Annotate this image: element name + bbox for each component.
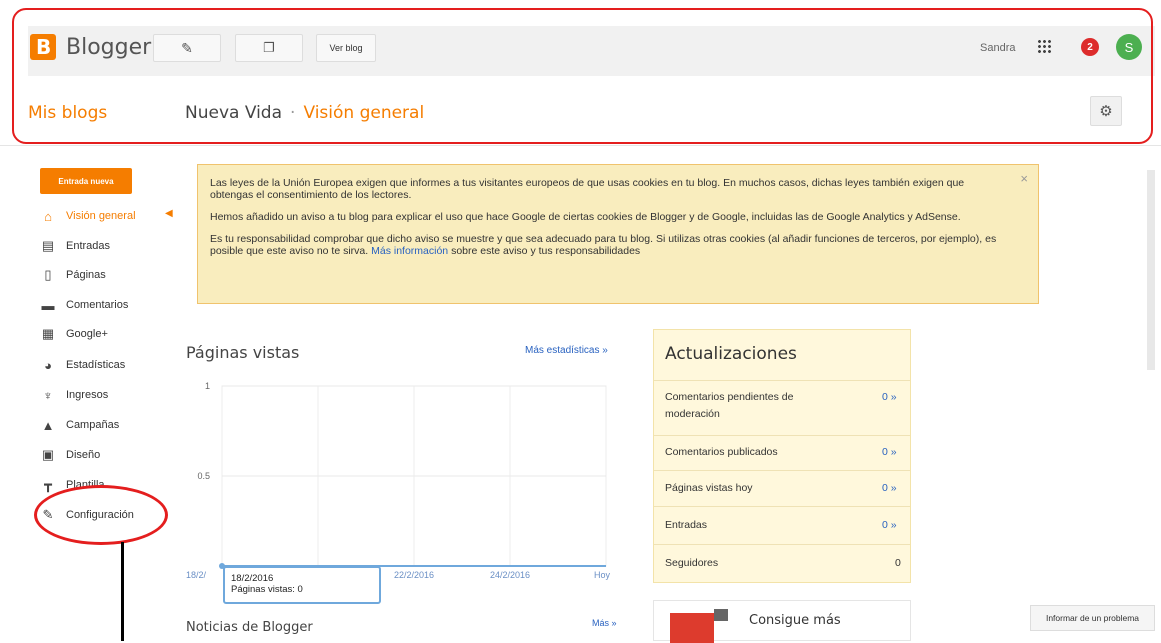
updates-row-label: Entradas: [665, 519, 708, 531]
updates-row-value[interactable]: 0 »: [882, 482, 897, 494]
updates-panel: Actualizaciones Comentarios pendientes d…: [653, 329, 911, 583]
page-views-chart: 1 0.5 18/2/22/2/2016 24/2/2016 Hoy: [186, 381, 611, 580]
layout-icon: ▣: [41, 447, 55, 462]
promo-badge-icon: [714, 609, 728, 621]
promo-card[interactable]: Consigue más: [653, 600, 911, 643]
home-icon: ⌂: [44, 208, 52, 224]
news-title: Noticias de Blogger: [186, 620, 313, 635]
chart-ytick-label: 1: [205, 381, 210, 391]
cookie-paragraph-3: Es tu responsabilidad comprobar que dich…: [210, 233, 997, 257]
scrollbar[interactable]: [1147, 170, 1155, 370]
header-highlight-annotation: [12, 8, 1153, 144]
updates-row-value[interactable]: 0 »: [882, 446, 897, 458]
stats-icon: ◕: [44, 357, 52, 373]
posts-icon: ▤: [41, 238, 55, 253]
annotation-pointer-line: [121, 542, 124, 641]
cookie-paragraph-2: Hemos añadido un aviso a tu blog para ex…: [210, 211, 961, 223]
chart-ytick-label: 0.5: [197, 471, 210, 481]
sidebar-item-overview[interactable]: ⌂ Visión general ◀: [40, 206, 173, 226]
updates-row-label: Páginas vistas hoy: [665, 482, 753, 494]
updates-row-label: Comentarios publicados: [665, 446, 778, 458]
sidebar-item-label: Diseño: [66, 449, 101, 461]
chart-tooltip: 18/2/2016 Páginas vistas: 0: [223, 566, 381, 604]
sidebar-item-google-plus[interactable]: ▦ Google+: [40, 324, 108, 344]
settings-highlight-annotation: [34, 485, 168, 545]
updates-row-value[interactable]: 0 »: [882, 519, 897, 531]
pages-icon: ▯: [44, 267, 52, 282]
page-views-title: Páginas vistas: [186, 343, 300, 362]
sidebar-item-comments[interactable]: ▬ Comentarios: [40, 295, 129, 315]
more-stats-link[interactable]: Más estadísticas »: [525, 345, 608, 356]
news-more-link[interactable]: Más »: [592, 618, 617, 628]
new-post-button[interactable]: Entrada nueva: [40, 168, 132, 194]
sidebar-item-stats[interactable]: ◕ Estadísticas: [40, 355, 125, 375]
google-plus-icon: ▦: [41, 326, 55, 341]
sidebar-item-label: Ingresos: [66, 389, 109, 401]
sidebar-item-pages[interactable]: ▯ Páginas: [40, 265, 106, 285]
sidebar-item-label: Google+: [66, 328, 108, 340]
chart-xtick-label: 24/2/2016: [490, 570, 530, 580]
sidebar-item-label: Páginas: [66, 269, 106, 281]
sidebar-item-posts[interactable]: ▤ Entradas: [40, 236, 110, 256]
tooltip-value: Páginas vistas: 0: [231, 584, 303, 595]
sidebar-item-campaigns[interactable]: ▲ Campañas: [40, 415, 120, 435]
report-problem-button[interactable]: Informar de un problema: [1030, 605, 1155, 631]
updates-row[interactable]: Comentarios pendientes de moderación 0 »: [654, 380, 910, 435]
header-divider: [0, 145, 1161, 146]
sidebar-item-layout[interactable]: ▣ Diseño: [40, 445, 100, 465]
updates-row-label: Comentarios pendientes de moderación: [665, 391, 794, 420]
updates-row-value[interactable]: 0 »: [882, 391, 897, 403]
more-info-link[interactable]: Más información: [371, 245, 448, 257]
updates-row-label: Seguidores: [665, 557, 719, 569]
sidebar-item-label: Visión general: [66, 210, 136, 222]
active-indicator-icon: ◀: [165, 208, 173, 219]
updates-row: Seguidores 0: [654, 544, 910, 582]
cookie-paragraph-1: Las leyes de la Unión Europea exigen que…: [210, 177, 965, 201]
chart-xtick-label: 22/2/2016: [394, 570, 434, 580]
promo-text: Consigue más: [749, 613, 841, 628]
close-icon[interactable]: ×: [1020, 172, 1028, 185]
sidebar-item-label: Comentarios: [66, 299, 129, 311]
comments-icon: ▬: [41, 297, 55, 313]
updates-row[interactable]: Entradas 0 »: [654, 506, 910, 544]
template-icon: ┳: [44, 477, 52, 492]
google-plus-promo-icon: [670, 613, 714, 643]
updates-row-value: 0: [895, 557, 901, 569]
chart-xtick-label: Hoy: [594, 570, 611, 580]
tooltip-date: 18/2/2016: [231, 573, 274, 584]
updates-row[interactable]: Páginas vistas hoy 0 »: [654, 470, 910, 506]
campaigns-icon: ▲: [41, 417, 55, 433]
updates-title: Actualizaciones: [665, 344, 797, 364]
sidebar-item-label: Campañas: [66, 419, 120, 431]
sidebar-item-label: Estadísticas: [66, 359, 126, 371]
cookie-notice: Las leyes de la Unión Europea exigen que…: [197, 164, 1039, 304]
chart-xtick-label: 18/2/: [186, 570, 207, 580]
updates-row[interactable]: Comentarios publicados 0 »: [654, 435, 910, 470]
earnings-icon: ♆: [43, 387, 53, 403]
sidebar-item-label: Entradas: [66, 240, 111, 252]
sidebar-item-earnings[interactable]: ♆ Ingresos: [40, 385, 108, 405]
